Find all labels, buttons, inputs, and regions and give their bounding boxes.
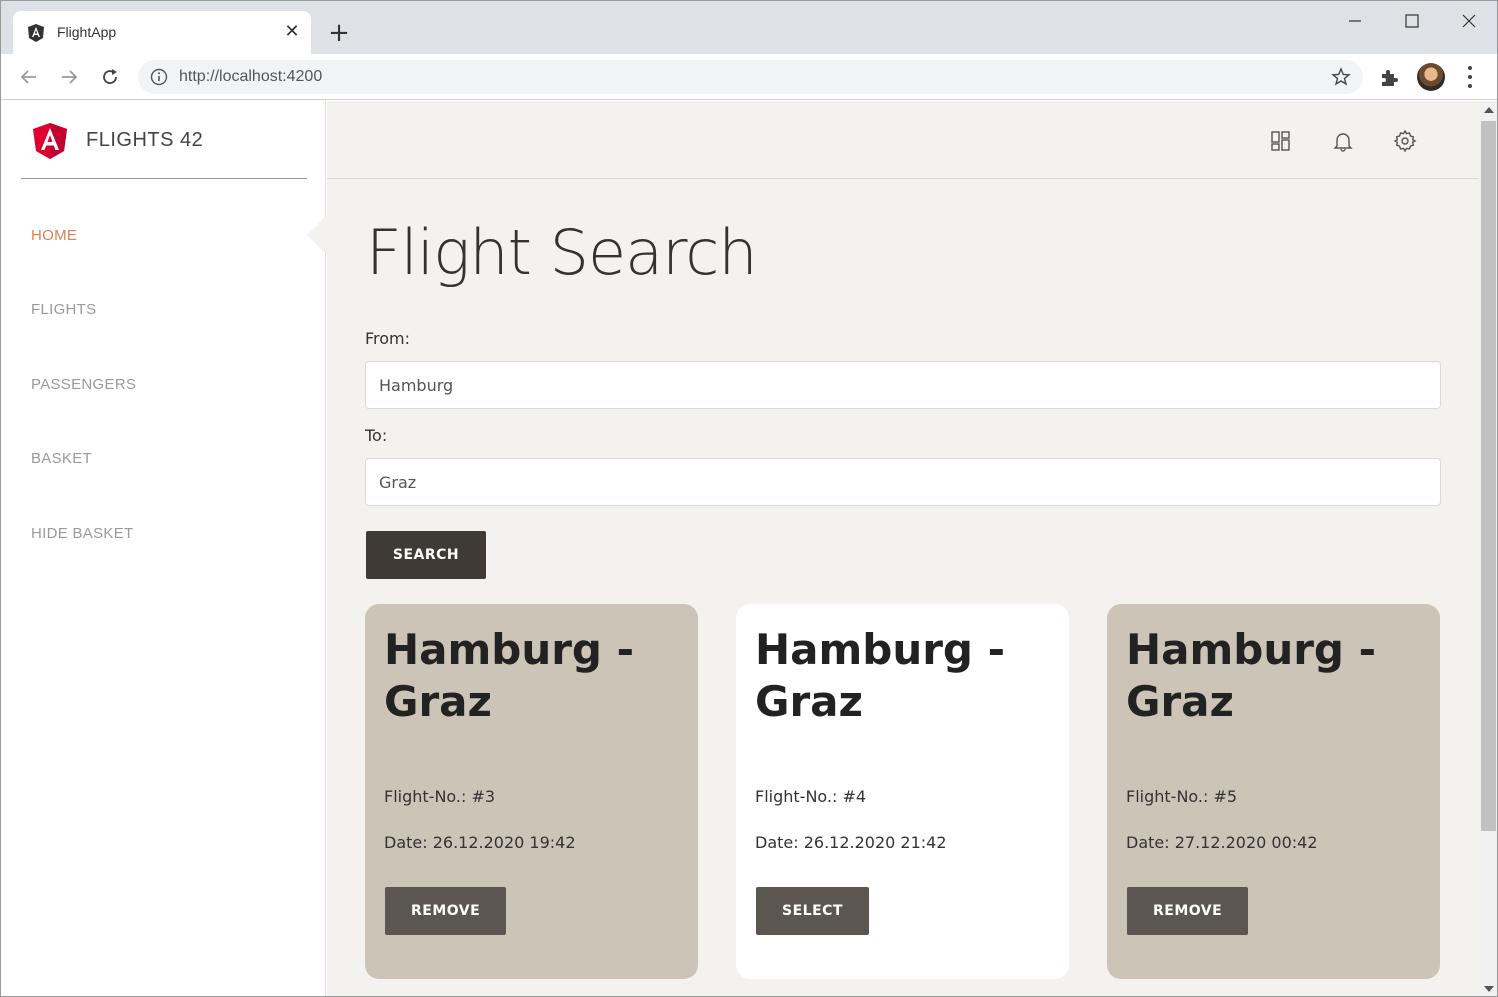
from-label: From: xyxy=(365,329,411,348)
profile-avatar[interactable] xyxy=(1417,63,1445,91)
tab-title: FlightApp xyxy=(57,24,117,40)
flight-date: Date: 27.12.2020 00:42 xyxy=(1126,833,1318,852)
sidebar-item-flights[interactable]: FLIGHTS xyxy=(31,301,96,318)
close-window-icon[interactable] xyxy=(1455,9,1483,33)
new-tab-icon[interactable]: + xyxy=(327,20,351,46)
maximize-icon[interactable] xyxy=(1398,9,1426,33)
bookmark-star-icon[interactable] xyxy=(1331,67,1351,87)
back-arrow-icon[interactable] xyxy=(16,64,42,90)
main-content: Flight Search From: To: SEARCH Hamburg -… xyxy=(327,101,1479,996)
tab-close-icon[interactable]: ✕ xyxy=(283,23,301,41)
flight-route: Hamburg - Graz xyxy=(755,625,1006,726)
flight-route: Hamburg - Graz xyxy=(1126,625,1377,726)
reload-icon[interactable] xyxy=(97,64,123,90)
select-button[interactable]: SELECT xyxy=(756,887,869,935)
minimize-icon[interactable] xyxy=(1341,9,1369,33)
flight-number: Flight-No.: #4 xyxy=(755,787,867,806)
sidebar: FLIGHTS 42 HOME FLIGHTS PASSENGERS BASKE… xyxy=(1,101,327,996)
remove-button[interactable]: REMOVE xyxy=(1127,887,1249,935)
remove-button[interactable]: REMOVE xyxy=(385,887,507,935)
bell-icon[interactable] xyxy=(1331,129,1355,153)
dashboard-icon[interactable] xyxy=(1269,129,1293,153)
extensions-puzzle-icon[interactable] xyxy=(1379,66,1401,88)
angular-favicon-icon xyxy=(28,24,44,42)
address-bar[interactable]: http://localhost:4200 xyxy=(138,60,1363,94)
flight-date: Date: 26.12.2020 19:42 xyxy=(384,833,576,852)
page-title: Flight Search xyxy=(366,216,758,289)
flight-date: Date: 26.12.2020 21:42 xyxy=(755,833,947,852)
browser-window: FlightApp ✕ + http://localhost:4200 FLIG… xyxy=(0,0,1498,997)
flight-card: Hamburg - Graz Flight-No.: #5 Date: 27.1… xyxy=(1107,604,1440,979)
flight-card: Hamburg - Graz Flight-No.: #3 Date: 26.1… xyxy=(365,604,698,979)
info-icon[interactable] xyxy=(150,68,168,86)
sidebar-item-hide-basket[interactable]: HIDE BASKET xyxy=(31,525,134,542)
sidebar-item-basket[interactable]: BASKET xyxy=(31,450,92,467)
url-text: http://localhost:4200 xyxy=(179,68,323,85)
brand: FLIGHTS 42 xyxy=(21,101,307,179)
scroll-down-icon[interactable] xyxy=(1484,986,1494,992)
flight-number: Flight-No.: #5 xyxy=(1126,787,1238,806)
from-input[interactable] xyxy=(365,361,1441,409)
browser-tab[interactable]: FlightApp ✕ xyxy=(13,11,311,54)
sidebar-item-passengers[interactable]: PASSENGERS xyxy=(31,376,136,393)
forward-arrow-icon[interactable] xyxy=(56,64,82,90)
top-navbar xyxy=(327,101,1479,179)
browser-menu-icon[interactable] xyxy=(1463,64,1477,90)
flight-route: Hamburg - Graz xyxy=(384,625,635,726)
browser-toolbar: http://localhost:4200 xyxy=(1,54,1497,100)
page-scrollbar[interactable] xyxy=(1479,101,1497,996)
brand-title: FLIGHTS 42 xyxy=(86,129,204,151)
scrollbar-thumb[interactable] xyxy=(1481,121,1496,831)
app-root: FLIGHTS 42 HOME FLIGHTS PASSENGERS BASKE… xyxy=(1,101,1497,996)
angular-logo-icon xyxy=(33,123,67,159)
sidebar-item-home[interactable]: HOME xyxy=(31,227,77,244)
to-label: To: xyxy=(365,426,388,445)
active-indicator xyxy=(307,215,327,255)
to-input[interactable] xyxy=(365,458,1441,506)
search-button[interactable]: SEARCH xyxy=(366,531,486,579)
scroll-up-icon[interactable] xyxy=(1484,107,1494,113)
flight-number: Flight-No.: #3 xyxy=(384,787,496,806)
tab-strip: FlightApp ✕ + xyxy=(1,1,1497,54)
gear-icon[interactable] xyxy=(1393,129,1417,153)
flight-card: Hamburg - Graz Flight-No.: #4 Date: 26.1… xyxy=(736,604,1069,979)
